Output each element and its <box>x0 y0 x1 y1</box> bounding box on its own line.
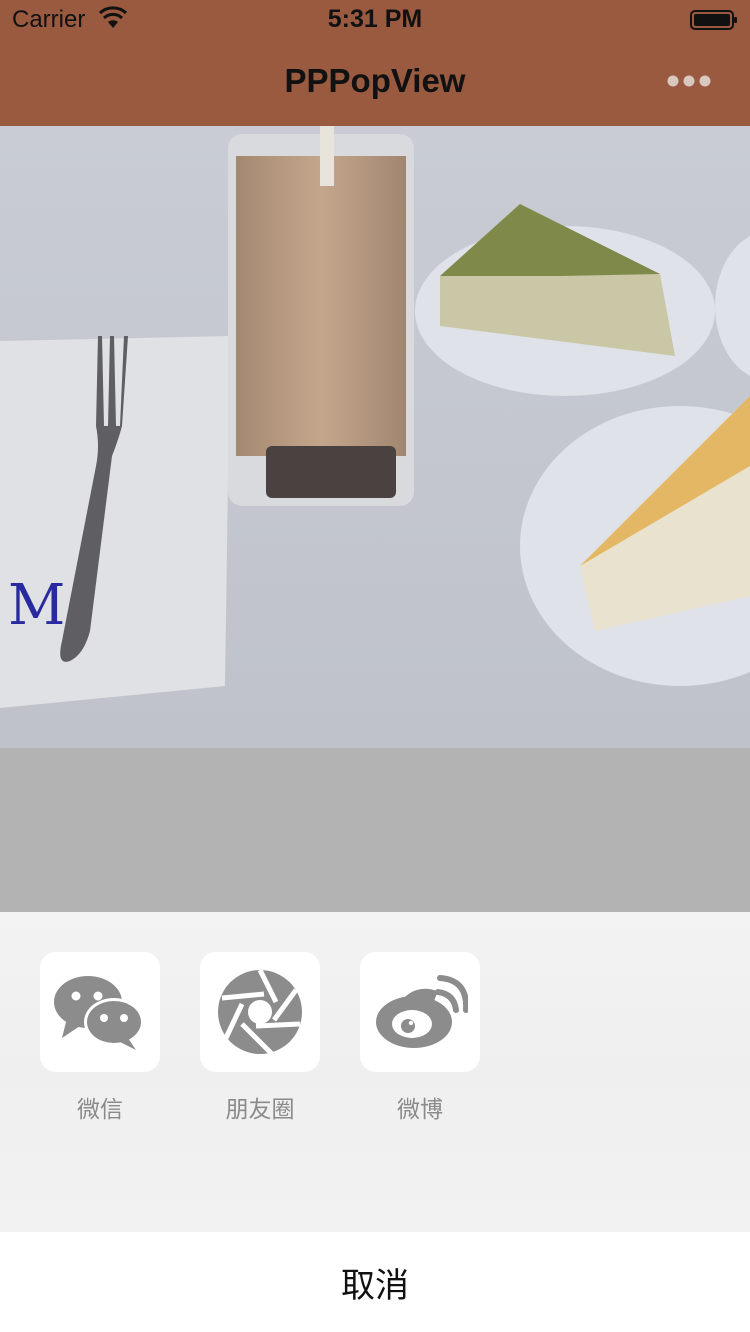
share-icon-box[interactable] <box>360 952 480 1072</box>
share-sheet: 微信 朋友圈 微博 <box>0 912 750 1232</box>
weibo-icon <box>376 975 468 1048</box>
svg-text:M: M <box>8 573 65 638</box>
status-bar: Carrier 5:31 PM <box>0 0 750 40</box>
share-label-wechat: 微信 <box>77 1097 123 1123</box>
ellipsis-icon[interactable] <box>666 74 712 88</box>
share-icon-box[interactable] <box>40 952 160 1072</box>
status-time: 5:31 PM <box>327 5 423 33</box>
battery-icon <box>690 10 737 30</box>
share-icon-box[interactable] <box>200 952 320 1072</box>
moments-shutter-icon <box>218 968 302 1056</box>
share-item-weibo[interactable]: 微博 <box>360 952 480 1124</box>
share-item-moments[interactable]: 朋友圈 <box>200 952 320 1124</box>
page-title: PPPopView <box>284 62 466 99</box>
share-label-weibo: 微博 <box>397 1097 443 1123</box>
wechat-icon <box>54 976 144 1050</box>
navigation-header: Carrier 5:31 PM PPPopView <box>0 0 750 126</box>
cancel-button[interactable]: 取消 <box>0 1232 750 1332</box>
share-item-wechat[interactable]: 微信 <box>40 952 160 1124</box>
share-label-moments: 朋友圈 <box>225 1097 295 1123</box>
dim-overlay[interactable] <box>0 748 750 912</box>
cake-photo: M <box>0 126 750 748</box>
